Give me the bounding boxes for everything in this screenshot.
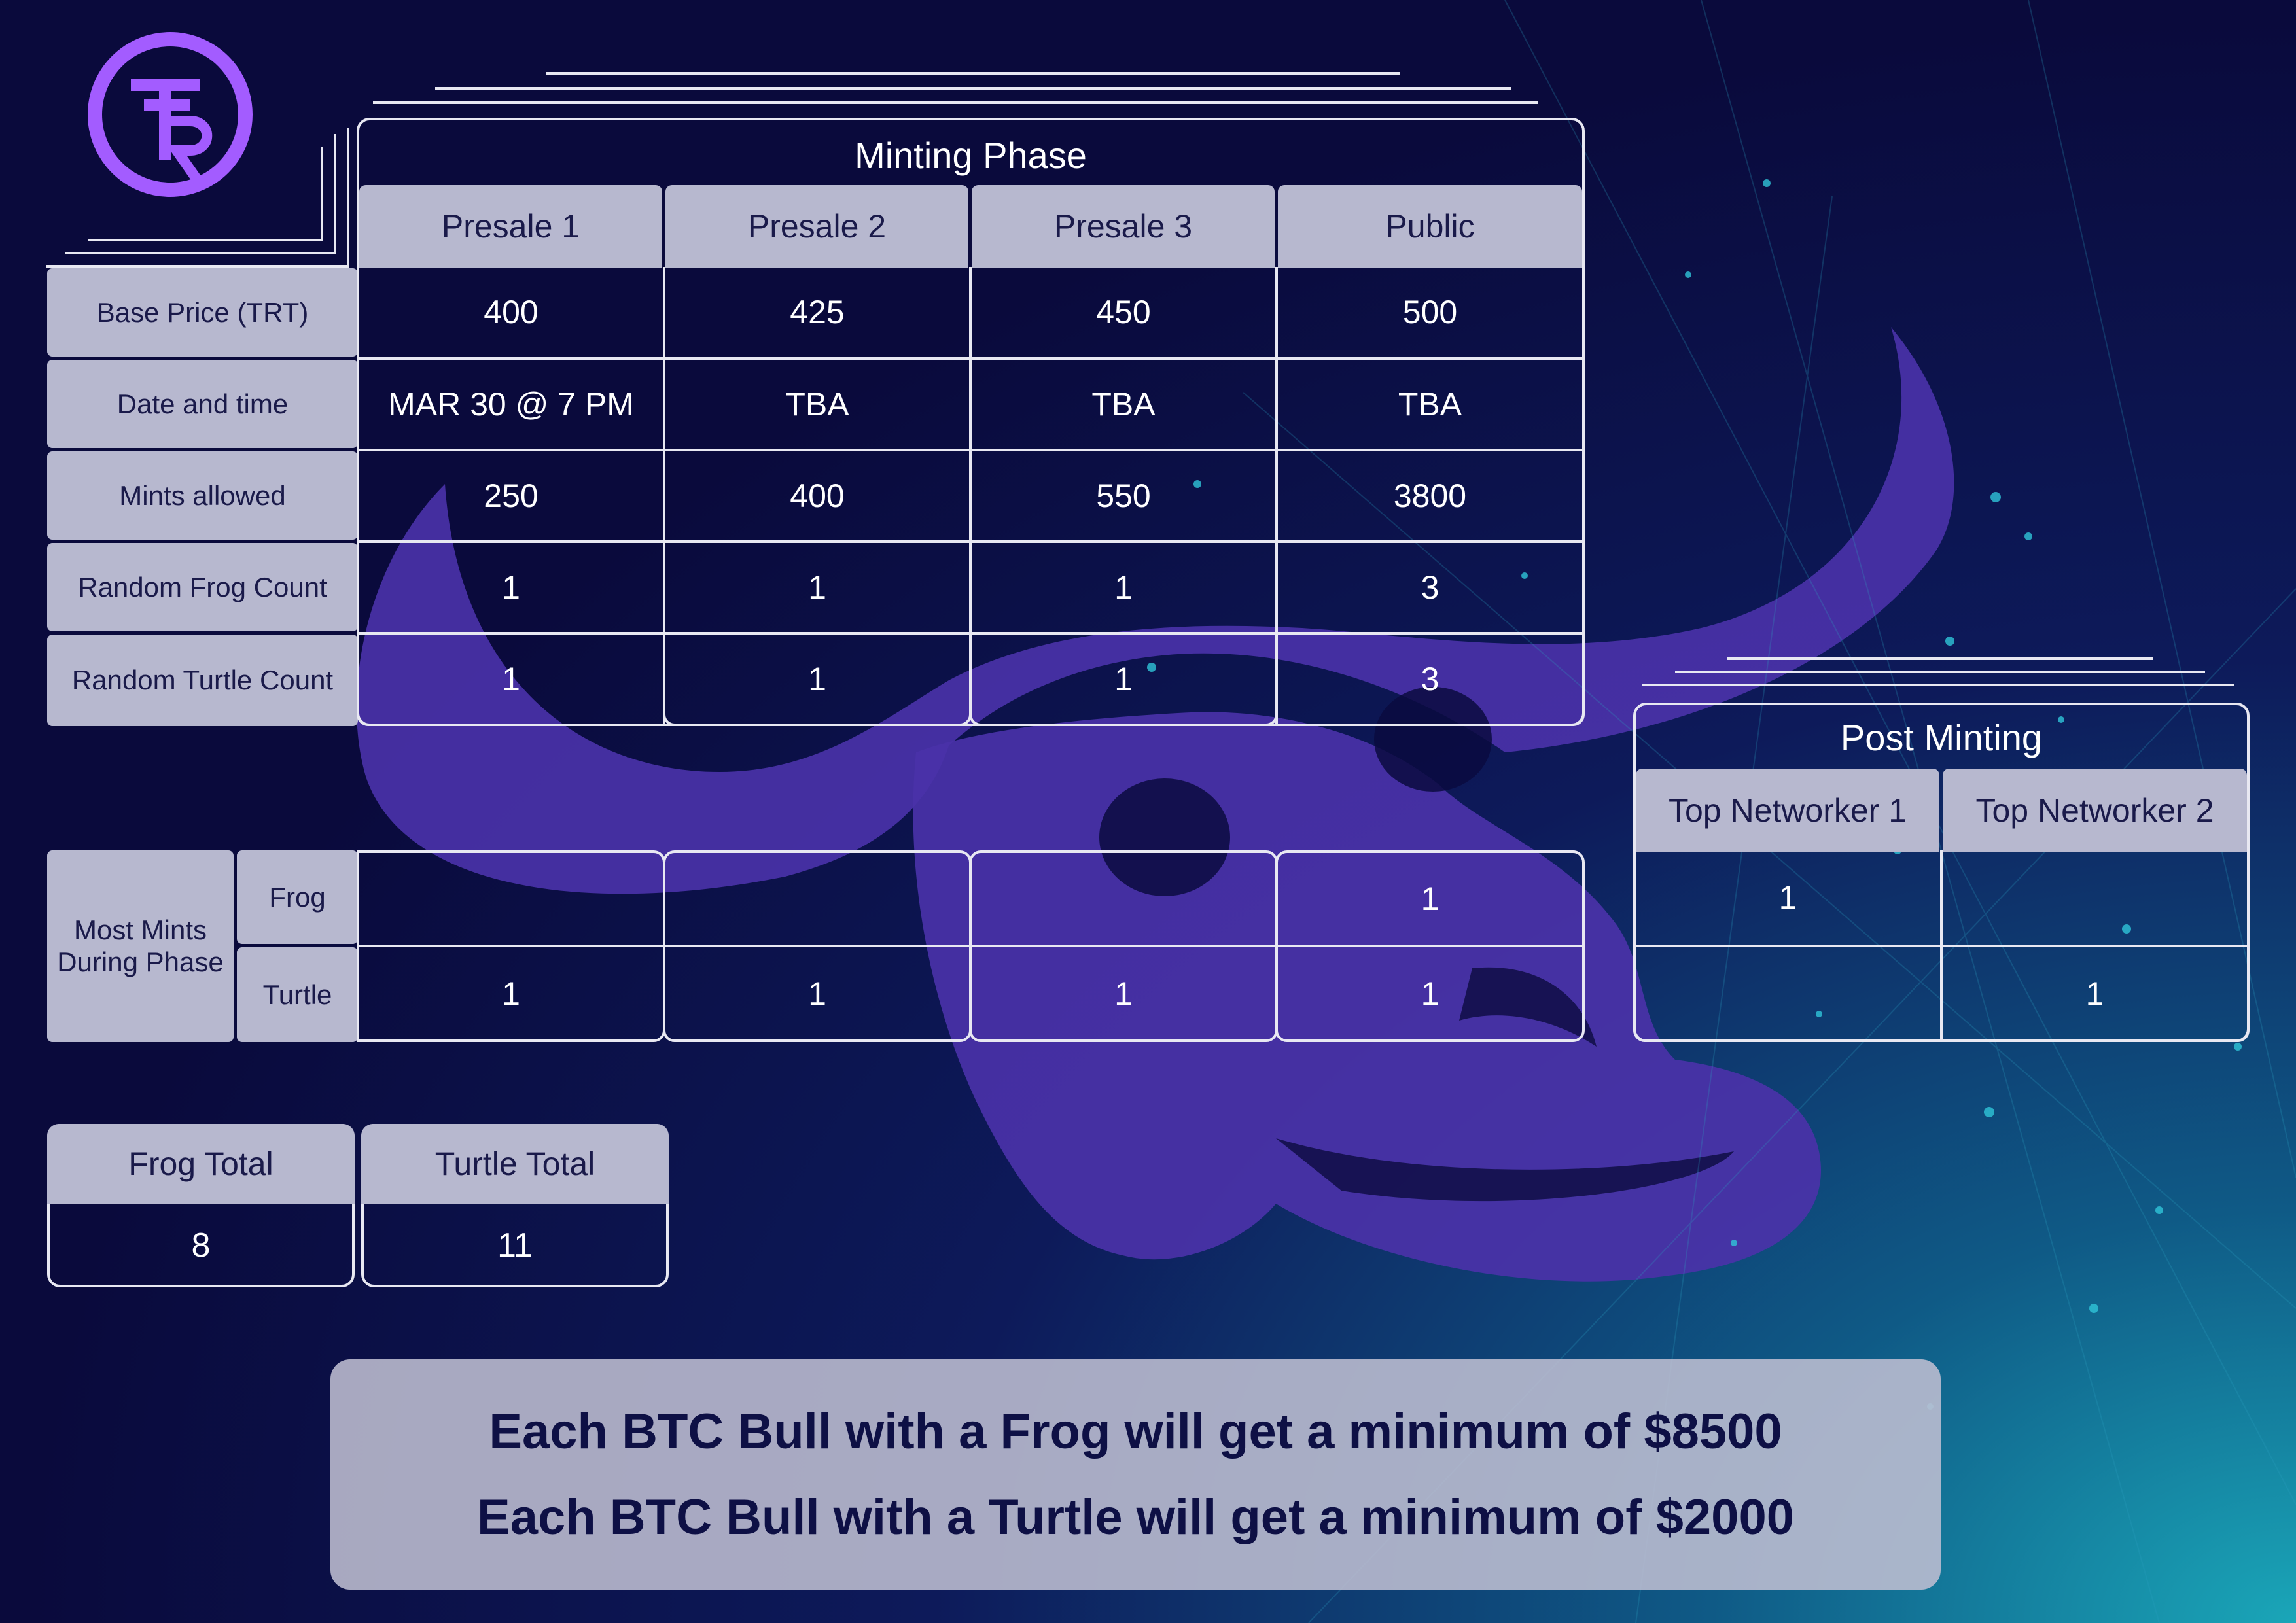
frog-total-value: 8: [191, 1227, 211, 1265]
turtle-total-label: Turtle Total: [361, 1124, 669, 1204]
post-minting-turtle-networker-2: 1: [1940, 945, 2250, 1042]
reward-banner: Each BTC Bull with a Frog will get a min…: [330, 1359, 1941, 1590]
poster: Minting Phase Presale 1 Presale 2 Presal…: [0, 0, 2296, 1623]
most-mints-label: Most Mints During Phase: [47, 850, 234, 1042]
post-minting-header-networker-1: Top Networker 1: [1636, 769, 1939, 852]
most-mints-frog-presale-2: [663, 850, 972, 947]
cell-mints-public: 3800: [1275, 449, 1585, 543]
cell-date-presale-2: TBA: [663, 357, 972, 451]
cell-frog-presale-2: 1: [663, 540, 972, 635]
most-mints-frog-public: 1: [1275, 850, 1585, 947]
cell-date-presale-3: TBA: [969, 357, 1278, 451]
cell-turtle-public: 3: [1275, 632, 1585, 726]
cell-base-price-presale-2: 425: [663, 267, 972, 360]
most-mints-turtle-presale-2: 1: [663, 945, 972, 1042]
most-mints-turtle-presale-3: 1: [969, 945, 1278, 1042]
cell-turtle-presale-3: 1: [969, 632, 1278, 726]
cell-base-price-public: 500: [1275, 267, 1585, 360]
phase-header-presale-3: Presale 3: [972, 185, 1275, 268]
cell-mints-presale-3: 550: [969, 449, 1278, 543]
post-minting-frog-networker-1: 1: [1633, 850, 1943, 947]
row-label-base-price: Base Price (TRT): [47, 268, 358, 357]
cell-frog-public: 3: [1275, 540, 1585, 635]
cell-mints-presale-1: 250: [357, 449, 665, 543]
most-mints-turtle-label: Turtle: [237, 947, 358, 1042]
post-minting-turtle-networker-1: [1633, 945, 1943, 1042]
most-mints-frog-label: Frog: [237, 850, 358, 944]
banner-line-turtle: Each BTC Bull with a Turtle will get a m…: [477, 1490, 1794, 1545]
row-label-random-turtle: Random Turtle Count: [47, 635, 358, 726]
cell-turtle-presale-2: 1: [663, 632, 972, 726]
turtle-total-value: 11: [497, 1227, 533, 1265]
post-minting-frog-networker-2: [1940, 850, 2250, 947]
cell-date-presale-1: MAR 30 @ 7 PM: [357, 357, 665, 451]
cell-base-price-presale-1: 400: [357, 267, 665, 360]
most-mints-turtle-public: 1: [1275, 945, 1585, 1042]
cell-turtle-presale-1: 1: [357, 632, 665, 726]
post-minting-header-networker-2: Top Networker 2: [1943, 769, 2247, 852]
tr-logo-icon: [88, 32, 253, 197]
most-mints-frog-presale-1: [357, 850, 665, 947]
cell-frog-presale-1: 1: [357, 540, 665, 635]
row-label-date-time: Date and time: [47, 360, 358, 448]
row-label-random-frog: Random Frog Count: [47, 543, 358, 631]
row-label-mints-allowed: Mints allowed: [47, 451, 358, 540]
cell-base-price-presale-3: 450: [969, 267, 1278, 360]
phase-header-presale-2: Presale 2: [665, 185, 968, 268]
frog-total-label: Frog Total: [47, 1124, 355, 1204]
most-mints-turtle-presale-1: 1: [357, 945, 665, 1042]
phase-header-public: Public: [1278, 185, 1582, 268]
cell-mints-presale-2: 400: [663, 449, 972, 543]
phase-header-presale-1: Presale 1: [359, 185, 662, 268]
cell-frog-presale-3: 1: [969, 540, 1278, 635]
banner-line-frog: Each BTC Bull with a Frog will get a min…: [489, 1404, 1782, 1459]
post-minting-title: Post Minting: [1840, 717, 2043, 758]
minting-phase-title: Minting Phase: [855, 135, 1087, 176]
cell-date-public: TBA: [1275, 357, 1585, 451]
most-mints-frog-presale-3: [969, 850, 1278, 947]
